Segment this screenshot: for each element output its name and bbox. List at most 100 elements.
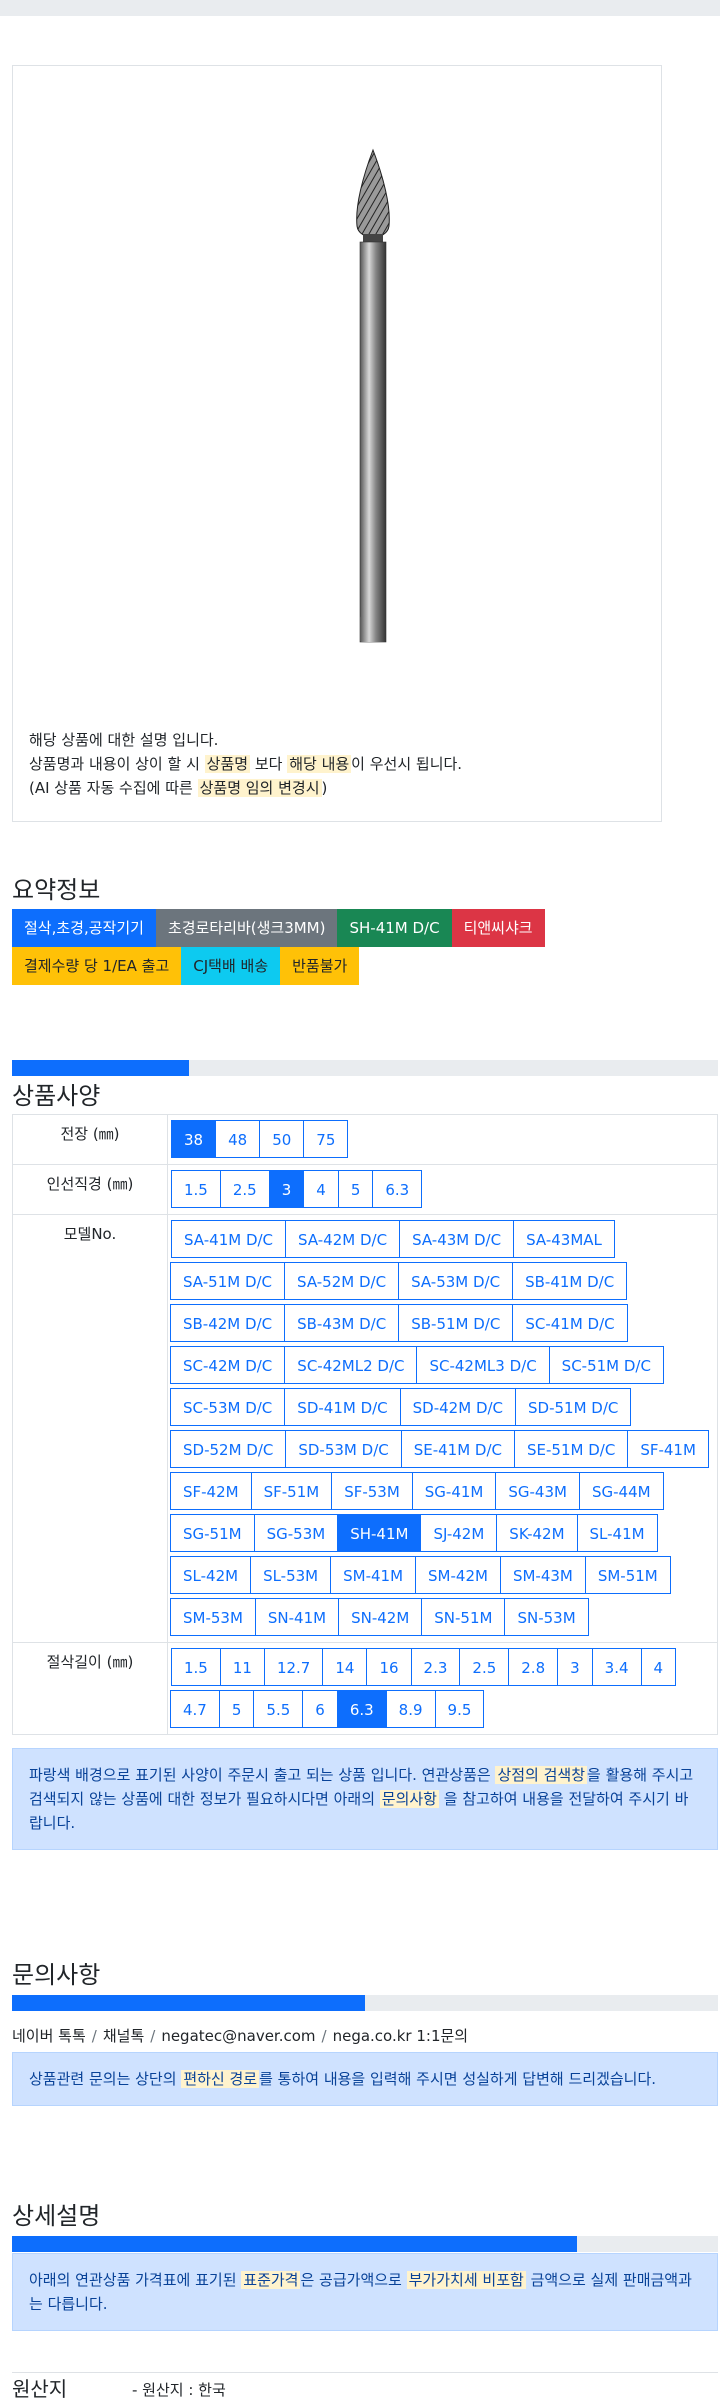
spec-option[interactable]: SD-51M D/C <box>515 1388 632 1426</box>
link-separator: / <box>150 2027 156 2045</box>
inquiry-title: 문의사항 <box>12 1961 101 1989</box>
spec-option-selected[interactable]: 3 <box>268 1170 305 1208</box>
spec-option[interactable]: 1.5 <box>171 1648 221 1686</box>
spec-option[interactable]: SD-52M D/C <box>170 1430 287 1468</box>
inquiry-link[interactable]: negatec@naver.com <box>161 2027 315 2045</box>
spec-option-selected[interactable]: 6.3 <box>336 1690 387 1728</box>
spec-option[interactable]: SD-53M D/C <box>285 1430 402 1468</box>
spec-option[interactable]: 5 <box>218 1690 255 1728</box>
spec-option[interactable]: SM-53M <box>170 1598 256 1636</box>
spec-option[interactable]: 5 <box>337 1170 374 1208</box>
spec-option[interactable]: SC-51M D/C <box>548 1346 664 1384</box>
spec-option[interactable]: SM-42M <box>415 1556 501 1594</box>
summary-badge: 절삭,초경,공작기기 <box>12 909 156 947</box>
spec-option[interactable]: 1.5 <box>171 1170 221 1208</box>
spec-option[interactable]: SD-42M D/C <box>399 1388 517 1426</box>
spec-option[interactable]: SL-53M <box>250 1556 332 1594</box>
spec-option[interactable]: SA-53M D/C <box>398 1262 514 1300</box>
highlight-standard-price: 표준가격 <box>241 2271 301 2289</box>
spec-option[interactable]: SB-42M D/C <box>170 1304 286 1342</box>
spec-option[interactable]: SE-41M D/C <box>400 1430 516 1468</box>
spec-option[interactable]: 6.3 <box>372 1170 423 1208</box>
inquiry-link[interactable]: nega.co.kr 1:1문의 <box>333 2027 469 2045</box>
spec-option[interactable]: 8.9 <box>385 1690 436 1728</box>
spec-option[interactable]: SN-53M <box>504 1598 589 1636</box>
inquiry-link[interactable]: 네이버 톡톡 <box>12 2027 86 2045</box>
spec-label: 모델No. <box>12 1214 168 1643</box>
spec-option[interactable]: SE-51M D/C <box>514 1430 629 1468</box>
spec-option[interactable]: SA-43M D/C <box>399 1220 515 1258</box>
spec-option[interactable]: 4.7 <box>170 1690 220 1728</box>
spec-option[interactable]: SG-41M <box>411 1472 497 1510</box>
spec-option[interactable]: 16 <box>366 1648 412 1686</box>
inquiry-progress-fill <box>12 1995 365 2011</box>
spec-option[interactable]: SG-53M <box>253 1514 339 1552</box>
spec-option[interactable]: SG-43M <box>495 1472 580 1510</box>
spec-option[interactable]: 3.4 <box>591 1648 642 1686</box>
spec-option[interactable]: SA-41M D/C <box>171 1220 287 1258</box>
spec-option[interactable]: SC-41M D/C <box>512 1304 628 1342</box>
spec-option[interactable]: SA-43MAL <box>513 1220 615 1258</box>
spec-table: 전장 (㎜) 38 48 50 75 인선직경 (㎜) 1.5 2.5 3 4 5 6.3 모델No. S… <box>12 1114 718 1735</box>
product-image <box>356 148 390 643</box>
summary-badge: 티앤씨샤크 <box>451 909 545 947</box>
spec-options: 38 48 50 75 <box>167 1114 718 1165</box>
spec-option[interactable]: 75 <box>303 1120 349 1158</box>
spec-option[interactable]: SF-53M <box>331 1472 413 1510</box>
spec-option[interactable]: SB-51M D/C <box>398 1304 514 1342</box>
spec-option[interactable]: SL-42M <box>170 1556 252 1594</box>
spec-option[interactable]: SC-42ML2 D/C <box>284 1346 418 1384</box>
spec-option[interactable]: SN-41M <box>254 1598 340 1636</box>
spec-option[interactable]: SG-51M <box>170 1514 255 1552</box>
spec-option[interactable]: SD-41M D/C <box>284 1388 401 1426</box>
spec-option[interactable]: SL-41M <box>576 1514 658 1552</box>
spec-option[interactable]: 4 <box>640 1648 677 1686</box>
detail-notice: 아래의 연관상품 가격표에 표기된 표준가격 은 공급가액으로 부가가치세 비포함… <box>12 2253 718 2331</box>
spec-option[interactable]: SN-51M <box>421 1598 506 1636</box>
spec-option-selected[interactable]: 38 <box>171 1120 217 1158</box>
spec-option[interactable]: 12.7 <box>263 1648 324 1686</box>
spec-option[interactable]: SF-51M <box>250 1472 333 1510</box>
spec-option[interactable]: 5.5 <box>253 1690 304 1728</box>
spec-row: 전장 (㎜) 38 48 50 75 <box>12 1114 718 1165</box>
spec-option[interactable]: 3 <box>557 1648 593 1686</box>
spec-option[interactable]: SN-42M <box>338 1598 423 1636</box>
spec-option[interactable]: 11 <box>219 1648 265 1686</box>
notice-text: 상품관련 문의는 상단의 <box>29 2070 182 2088</box>
spec-option-selected[interactable]: SH-41M <box>337 1514 422 1552</box>
spec-row: 절삭길이 (㎜) 1.5 11 12.7 14 16 2.3 2.5 2.8 3 3.4 4 4.7 5 5… <box>12 1642 718 1735</box>
spec-option[interactable]: SK-42M <box>496 1514 578 1552</box>
spec-option[interactable]: 2.3 <box>410 1648 461 1686</box>
spec-option[interactable]: SM-43M <box>499 1556 586 1594</box>
spec-option[interactable]: 48 <box>215 1120 261 1158</box>
spec-option[interactable]: SM-41M <box>330 1556 417 1594</box>
spec-option[interactable]: SF-42M <box>170 1472 252 1510</box>
spec-option[interactable]: 50 <box>259 1120 305 1158</box>
spec-option[interactable]: SG-44M <box>578 1472 664 1510</box>
origin-row: 원산지 - 원산지 : 한국 <box>12 2372 718 2402</box>
spec-option[interactable]: SA-42M D/C <box>285 1220 401 1258</box>
spec-option[interactable]: 4 <box>303 1170 339 1208</box>
spec-option[interactable]: SF-41M <box>627 1430 709 1468</box>
product-description: 해당 상품에 대한 설명 입니다. 상품명과 내용이 상이 할 시 상품명 보다… <box>29 728 462 800</box>
spec-option[interactable]: 2.5 <box>459 1648 510 1686</box>
notice-text: 은 공급가액으로 <box>300 2271 407 2289</box>
spec-option[interactable]: SJ-42M <box>420 1514 498 1552</box>
inquiry-link[interactable]: 채널톡 <box>103 2027 144 2045</box>
spec-option[interactable]: SC-53M D/C <box>170 1388 286 1426</box>
spec-option[interactable]: SM-51M <box>584 1556 671 1594</box>
spec-option[interactable]: SB-43M D/C <box>284 1304 400 1342</box>
detail-progress-fill <box>12 2236 577 2252</box>
spec-option[interactable]: SC-42M D/C <box>170 1346 286 1384</box>
spec-progress-fill <box>12 1060 189 1076</box>
spec-option[interactable]: 2.8 <box>508 1648 559 1686</box>
spec-option[interactable]: 9.5 <box>434 1690 485 1728</box>
spec-option[interactable]: 14 <box>322 1648 368 1686</box>
spec-option[interactable]: 6 <box>302 1690 338 1728</box>
desc-text: 상품명과 내용이 상이 할 시 <box>29 755 205 773</box>
spec-option[interactable]: SA-52M D/C <box>284 1262 400 1300</box>
spec-option[interactable]: 2.5 <box>219 1170 270 1208</box>
spec-option[interactable]: SA-51M D/C <box>170 1262 286 1300</box>
spec-option[interactable]: SB-41M D/C <box>512 1262 628 1300</box>
spec-option[interactable]: SC-42ML3 D/C <box>416 1346 550 1384</box>
